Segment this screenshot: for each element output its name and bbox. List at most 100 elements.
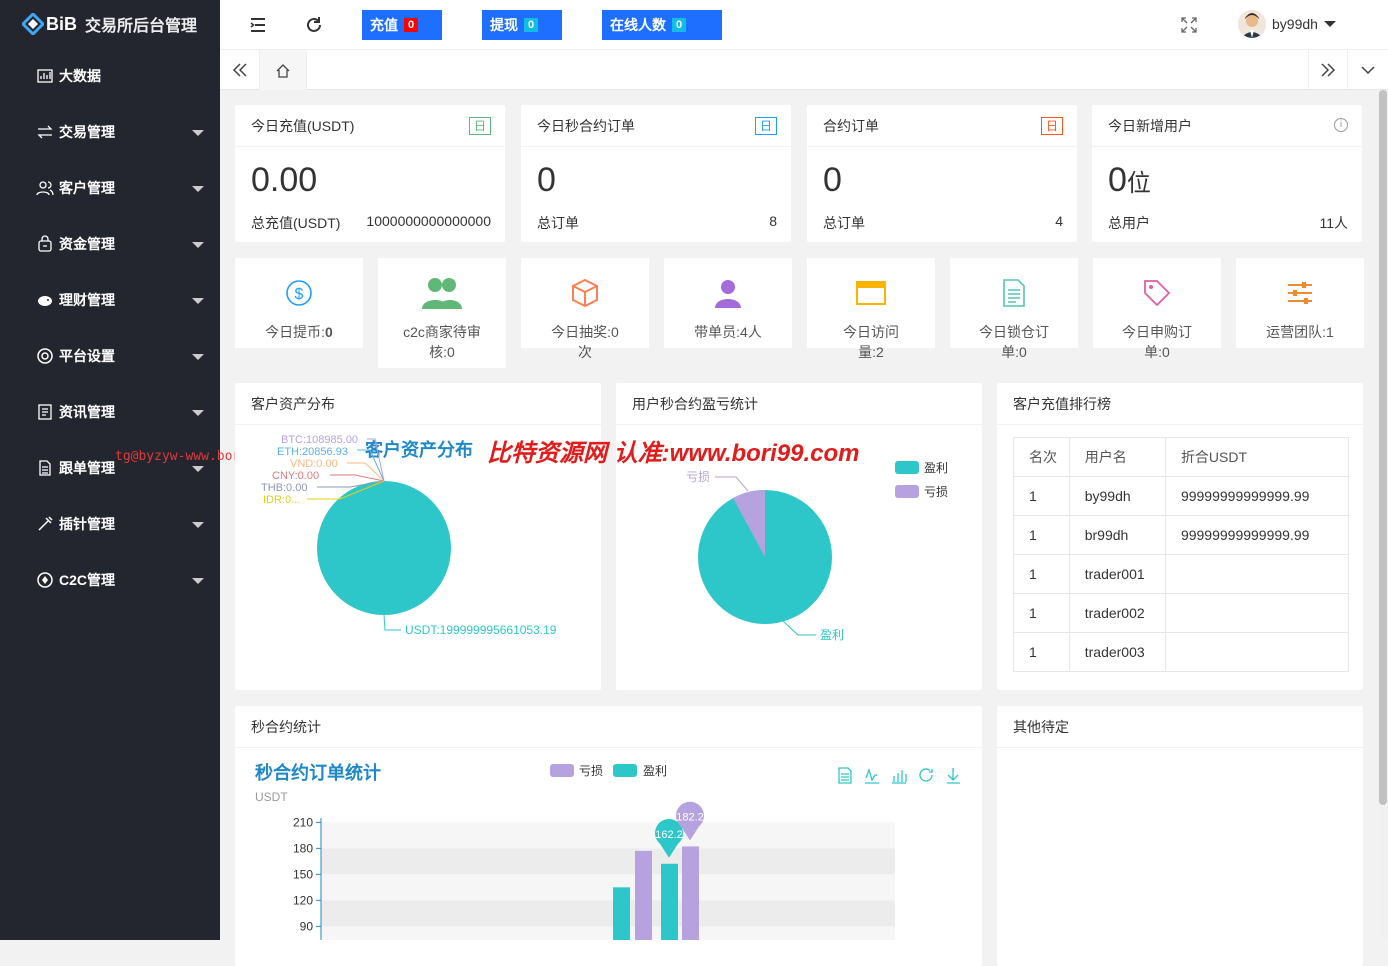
- asset-label-thb: THB:0.00: [261, 482, 307, 494]
- file-icon: [950, 274, 1078, 312]
- pie-slice-usdt[interactable]: [317, 481, 451, 615]
- recharge-rank-card: 客户充值排行榜 名次 用户名 折合USDT 1 by99dh 99999999999…: [997, 383, 1363, 690]
- stat-value: 0.00: [251, 161, 318, 199]
- tab-scroll-left[interactable]: [220, 50, 260, 90]
- bar-loss[interactable]: [682, 846, 699, 940]
- stat-sub-value: 11人: [1319, 215, 1348, 231]
- sidebar-item-9[interactable]: C2C管理: [0, 552, 220, 608]
- sidebar-item-2[interactable]: 客户管理: [0, 160, 220, 216]
- legend-profit[interactable]: 盈利: [643, 764, 667, 778]
- box-icon: [521, 274, 649, 312]
- seconds-card-title: 秒合约统计: [235, 706, 982, 748]
- user-menu[interactable]: by99dh: [1238, 10, 1336, 38]
- mini-stat-value: 0: [325, 324, 333, 340]
- bar-profit[interactable]: [661, 863, 678, 940]
- pnl-stat-card: 用户秒合约盈亏统计 盈利 亏损 亏损 盈利: [616, 383, 982, 690]
- mini-stat-card-1[interactable]: c2c商家待审核:0: [378, 258, 506, 368]
- data-view-icon[interactable]: [838, 767, 852, 784]
- fullscreen-icon[interactable]: [1180, 16, 1198, 34]
- y-tick-label: 120: [293, 893, 313, 907]
- table-cell: br99dh: [1068, 515, 1166, 555]
- mark-point-label: 162.2: [655, 829, 683, 841]
- scrollbar-thumb[interactable]: [1379, 90, 1387, 805]
- bar-loss[interactable]: [635, 850, 652, 940]
- people-icon: [378, 274, 506, 312]
- top-header: 充值 0 提现 0 在线人数 0 by99dh: [220, 0, 1388, 50]
- mini-stat-card-6[interactable]: 今日申购订单:0: [1093, 258, 1221, 360]
- legend-profit[interactable]: 盈利: [924, 461, 948, 475]
- table-cell: 99999999999999.99: [1164, 476, 1350, 516]
- home-icon: [276, 64, 290, 78]
- sidebar-item-label: 资讯管理: [59, 404, 115, 420]
- vertical-scrollbar[interactable]: [1378, 90, 1388, 940]
- logo[interactable]: BiB 交易所后台管理: [0, 0, 220, 48]
- grid-band: [321, 900, 895, 927]
- asset-chart-title: 客户资产分布: [365, 439, 473, 460]
- withdraw-button[interactable]: 提现 0: [482, 10, 562, 40]
- rank-col-usdt: 折合USDT: [1164, 437, 1350, 477]
- mini-stat-card-0[interactable]: $ 今日提币:0: [235, 258, 363, 348]
- download-icon[interactable]: [947, 768, 960, 784]
- table-row: 1 by99dh 99999999999999.99: [1013, 476, 1350, 516]
- mini-stat-card-3[interactable]: 带单员:4人: [664, 258, 792, 348]
- logo-text: 交易所后台管理: [85, 18, 198, 35]
- table-cell: trader001: [1068, 554, 1166, 594]
- info-icon[interactable]: i: [1334, 118, 1348, 132]
- menu-fold-icon[interactable]: [248, 15, 268, 35]
- bar-profit[interactable]: [613, 887, 630, 940]
- asset-label-cny: CNY:0.00: [272, 470, 319, 482]
- caret-down-icon: [192, 354, 204, 360]
- mini-stat-card-2[interactable]: 今日抽奖:0次: [521, 258, 649, 360]
- bar-chart-icon[interactable]: [892, 770, 907, 784]
- online-users-button[interactable]: 在线人数 0: [602, 10, 722, 40]
- table-cell: 1: [1013, 632, 1070, 672]
- legend-loss[interactable]: 亏损: [924, 485, 948, 499]
- sidebar-item-8[interactable]: 插针管理: [0, 496, 220, 552]
- mini-stat-card-7[interactable]: 运营团队:1: [1236, 258, 1364, 348]
- legend-loss[interactable]: 亏损: [579, 764, 603, 778]
- refresh-icon[interactable]: [304, 15, 324, 35]
- mini-stat-label: 带单员:4人: [694, 324, 762, 340]
- caret-down-icon: [192, 186, 204, 192]
- restore-icon[interactable]: [919, 768, 933, 782]
- stat-unit: 位: [1126, 170, 1151, 197]
- sidebar: BiB 交易所后台管理 大数据 交易管理 客户管理资金管理理财管理平台设置资讯管理跟…: [0, 0, 220, 940]
- table-cell: trader002: [1068, 593, 1166, 633]
- table-cell: by99dh: [1068, 476, 1166, 516]
- person-icon: [664, 274, 792, 312]
- sidebar-item-3[interactable]: 资金管理: [0, 216, 220, 272]
- settings-icon: [36, 347, 54, 365]
- recharge-button[interactable]: 充值 0: [362, 10, 442, 40]
- legend-swatch-profit: [613, 764, 637, 777]
- tab-options[interactable]: [1348, 50, 1388, 90]
- sidebar-item-label: 理财管理: [59, 292, 115, 308]
- tab-scroll-right[interactable]: [1308, 50, 1348, 90]
- sidebar-item-6[interactable]: 资讯管理: [0, 384, 220, 440]
- legend-swatch-loss: [550, 764, 574, 777]
- asset-card-title: 客户资产分布: [235, 383, 601, 425]
- caret-down-icon: [192, 130, 204, 136]
- svg-text:$: $: [295, 286, 304, 303]
- line-chart-icon[interactable]: [865, 767, 879, 784]
- sidebar-item-5[interactable]: 平台设置: [0, 328, 220, 384]
- rank-col-index: 名次: [1013, 437, 1070, 477]
- profit-leader: [782, 620, 816, 636]
- tab-home[interactable]: [260, 50, 307, 90]
- mini-stat-card-5[interactable]: 今日锁仓订单:0: [950, 258, 1078, 360]
- diamond-logo-icon: [22, 13, 44, 35]
- sidebar-item-label: 资金管理: [59, 236, 115, 252]
- withdraw-label: 提现: [490, 17, 518, 33]
- tag-icon: [1093, 274, 1221, 312]
- sidebar-item-label: 跟单管理: [59, 460, 115, 476]
- sidebar-menu: 大数据 交易管理 客户管理资金管理理财管理平台设置资讯管理跟单管理插针管理 C2C管理: [0, 48, 220, 608]
- sidebar-item-0[interactable]: 大数据: [0, 48, 220, 104]
- mini-stat-card-4[interactable]: 今日访问量:2: [807, 258, 935, 360]
- sidebar-item-4[interactable]: 理财管理: [0, 272, 220, 328]
- seconds-bar-chart[interactable]: 秒合约订单统计 USDT 亏损 盈利 210 180 150 120 90 162.2 18…: [235, 748, 982, 940]
- y-tick-label: 150: [293, 867, 313, 881]
- bar-plot-area: 210 180 150 120 90 162.2 182.2: [293, 801, 895, 940]
- table-cell: 1: [1013, 476, 1070, 516]
- pnl-card-title: 用户秒合约盈亏统计: [616, 383, 982, 425]
- sidebar-item-1[interactable]: 交易管理: [0, 104, 220, 160]
- profit-label: 盈利: [820, 628, 844, 642]
